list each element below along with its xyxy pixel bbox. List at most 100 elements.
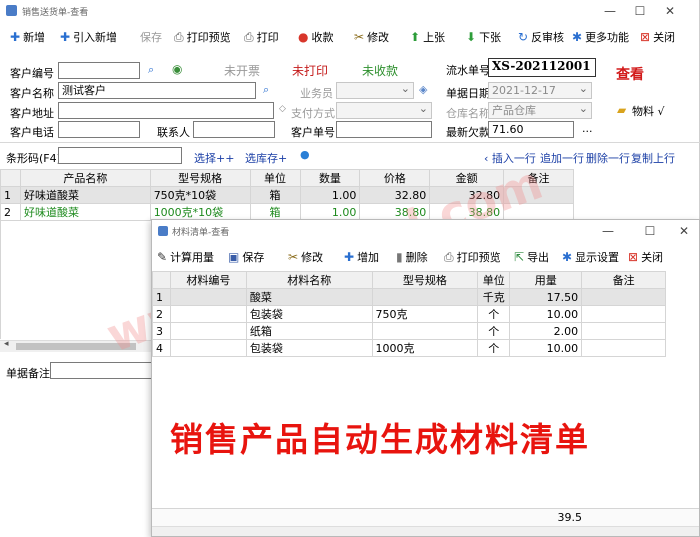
maximize-icon[interactable]: ☐ [626, 2, 654, 20]
remark-input[interactable] [50, 362, 152, 379]
cell-usage[interactable]: 10.00 [509, 305, 583, 323]
close-icon[interactable]: ✕ [670, 222, 698, 240]
row-index: 4 [152, 339, 171, 357]
plus-icon: ✚ [10, 30, 21, 44]
edit-button[interactable]: ✂ 修改 [288, 248, 323, 266]
cell-unit[interactable]: 个 [477, 322, 511, 340]
cell-material-name[interactable]: 纸箱 [245, 322, 373, 340]
select-stock-link[interactable]: 选库存+ [245, 150, 287, 166]
cell-material-name[interactable]: 包装袋 [245, 339, 373, 357]
cell-usage[interactable]: 2.00 [509, 322, 583, 340]
cell-spec[interactable] [371, 288, 479, 306]
cell-spec[interactable] [371, 322, 479, 340]
cell-material-code[interactable] [169, 288, 247, 306]
divider [0, 142, 700, 143]
cell-unit[interactable]: 箱 [249, 186, 301, 204]
close-icon[interactable]: ✕ [656, 2, 684, 20]
more-functions-button[interactable]: ✱ 更多功能 [572, 28, 629, 46]
cell-qty[interactable]: 1.00 [299, 186, 361, 204]
minimize-icon[interactable]: — [594, 222, 622, 240]
date-picker[interactable]: 2021-12-17 [488, 81, 592, 99]
import-new-button[interactable]: ✚ 引入新增 [60, 28, 117, 46]
printer-icon: ⎙ [174, 30, 184, 44]
contact-input[interactable] [193, 121, 275, 138]
user-icon[interactable]: ◉ [172, 62, 182, 76]
prev-button[interactable]: ⬆ 上张 [410, 28, 445, 46]
grid-header-cell: 价格 [359, 169, 431, 187]
export-button[interactable]: ⇱ 导出 [514, 248, 549, 266]
receive-button[interactable]: ● 收款 [298, 28, 333, 46]
cell-product-name[interactable]: 好味道酸菜 [19, 186, 151, 204]
print-button[interactable]: ⎙ 打印 [244, 28, 279, 46]
cell-note[interactable] [581, 322, 666, 340]
delete-row-link[interactable]: 删除一行 [586, 150, 630, 166]
customer-phone-input[interactable] [58, 121, 140, 138]
cell-unit[interactable]: 个 [477, 305, 511, 323]
cell-material-code[interactable] [169, 322, 247, 340]
folder-icon[interactable]: ▰ [617, 103, 626, 117]
cell-spec[interactable]: 1000克 [371, 339, 479, 357]
search-icon[interactable]: ⌕ [148, 63, 154, 77]
cell-material-code[interactable] [169, 305, 247, 323]
cell-spec[interactable]: 1000克*10袋 [149, 203, 251, 221]
save-button[interactable]: ▣ 保存 [228, 248, 264, 266]
next-button[interactable]: ⬇ 下张 [466, 28, 501, 46]
print-preview-button[interactable]: ⎙ 打印预览 [444, 248, 501, 266]
unaudit-button[interactable]: ↻ 反审核 [518, 28, 564, 46]
cell-unit[interactable]: 箱 [249, 203, 301, 221]
table-row[interactable]: 1 酸菜 千克 17.50 [152, 288, 666, 306]
more-dots-icon[interactable]: ... [582, 122, 593, 135]
floppy-icon: ▣ [228, 250, 240, 264]
minimize-icon[interactable]: — [596, 2, 624, 20]
table-row[interactable]: 4 包装袋 1000克 个 10.00 [152, 339, 666, 357]
customer-order-input[interactable] [336, 121, 432, 138]
new-button[interactable]: ✚ 新增 [10, 28, 45, 46]
calc-usage-button[interactable]: ✎ 计算用量 [157, 248, 214, 266]
salesman-select[interactable] [336, 81, 414, 99]
app-logo-icon [158, 226, 168, 236]
maximize-icon[interactable]: ☐ [636, 222, 664, 240]
customer-address-input[interactable] [58, 102, 274, 119]
cell-qty[interactable]: 1.00 [299, 203, 361, 221]
print-status: 未打印 [292, 64, 329, 78]
customer-code-input[interactable] [58, 62, 140, 79]
scroll-left-icon[interactable]: ◂ [4, 339, 9, 349]
cell-note[interactable] [581, 305, 666, 323]
close-button[interactable]: ⊠ 关闭 [628, 248, 663, 266]
append-row-link[interactable]: 追加一行 [540, 150, 584, 166]
cell-usage[interactable]: 17.50 [509, 288, 583, 306]
cell-unit[interactable]: 千克 [477, 288, 511, 306]
cell-unit[interactable]: 个 [477, 339, 511, 357]
delete-button[interactable]: ▮ 删除 [396, 248, 428, 266]
cell-note[interactable] [581, 339, 666, 357]
save-button[interactable]: 保存 [140, 28, 162, 46]
copy-row-link[interactable]: 复制上行 [631, 150, 675, 166]
display-settings-button[interactable]: ✱ 显示设置 [562, 248, 619, 266]
print-preview-button[interactable]: ⎙ 打印预览 [174, 28, 231, 46]
material-button[interactable]: 物料 √ [632, 103, 665, 119]
customer-name-input[interactable]: 测试客户 [58, 82, 256, 99]
cell-material-code[interactable] [169, 339, 247, 357]
cell-material-name[interactable]: 酸菜 [245, 288, 373, 306]
warehouse-select[interactable]: 产品仓库 [488, 101, 592, 119]
edit-button[interactable]: ✂ 修改 [354, 28, 389, 46]
horizontal-scrollbar[interactable] [152, 526, 699, 536]
search-icon[interactable]: ⌕ [263, 83, 269, 97]
cell-product-name[interactable]: 好味道酸菜 [19, 203, 151, 221]
cell-usage[interactable]: 10.00 [509, 339, 583, 357]
table-row[interactable]: 2 包装袋 750克 个 10.00 [152, 305, 666, 323]
cell-spec[interactable]: 750克*10袋 [149, 186, 251, 204]
cell-note[interactable] [581, 288, 666, 306]
cell-material-name[interactable]: 包装袋 [245, 305, 373, 323]
table-row[interactable]: 3 纸箱 个 2.00 [152, 322, 666, 340]
globe-icon[interactable]: ● [300, 148, 310, 161]
add-button[interactable]: ✚ 增加 [344, 248, 379, 266]
eraser-icon[interactable]: ◈ [419, 83, 427, 96]
close-button[interactable]: ⊠ 关闭 [640, 28, 675, 46]
customer-code-label: 客户编号 [10, 67, 54, 80]
select-product-link[interactable]: 选择++ [194, 150, 234, 166]
barcode-input[interactable] [58, 147, 182, 164]
tools-icon: ✂ [354, 30, 365, 44]
cell-spec[interactable]: 750克 [371, 305, 479, 323]
payment-select[interactable] [336, 101, 432, 119]
